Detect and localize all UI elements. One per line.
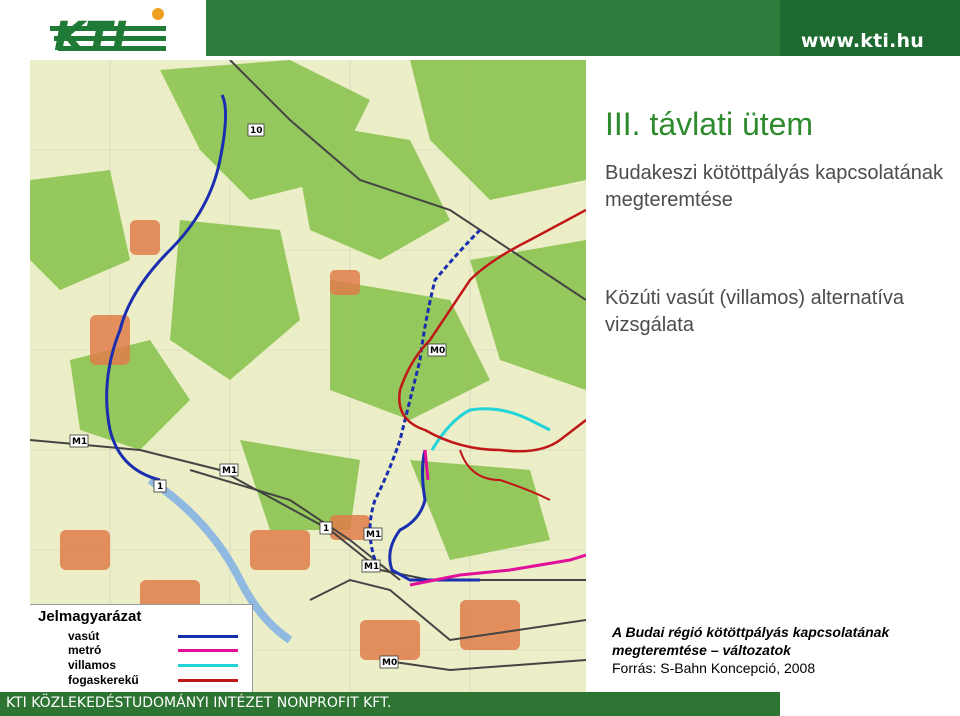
footer-text: KTI KÖZLEKEDÉSTUDOMÁNYI INTÉZET NONPROFI…	[6, 695, 392, 711]
road-label: M0	[430, 346, 445, 356]
legend-label-railway: vasút	[68, 629, 100, 643]
legend-title: Jelmagyarázat	[38, 608, 142, 625]
map-legend: Jelmagyarázat vasút metró villamos fogas…	[30, 604, 253, 693]
legend-label-tram: villamos	[68, 658, 117, 672]
slide-title: III. távlati ütem	[605, 106, 814, 142]
road-label: M1	[364, 562, 379, 572]
header-bar: KTI www.kti.hu	[0, 0, 960, 60]
caption-line-2: megteremtése – változatok	[612, 642, 791, 658]
legend-label-cogwheel: fogaskerekű	[68, 673, 139, 687]
legend-swatch-railway	[178, 635, 238, 638]
road-label: 10	[250, 126, 263, 136]
road-label: M0	[382, 658, 397, 668]
road-label: M1	[72, 437, 87, 447]
kti-logo: KTI	[4, 0, 206, 60]
legend-label-metro: metró	[68, 643, 102, 657]
legend-swatch-tram	[178, 664, 238, 667]
header-band	[206, 0, 780, 56]
road-label: M1	[366, 530, 381, 540]
svg-text:KTI: KTI	[54, 14, 127, 56]
road-label: 1	[323, 524, 329, 534]
legend-swatch-metro	[178, 649, 238, 652]
map-canvas: 10 M0 M1 M1 1 1 M1 M1 M0	[30, 60, 586, 696]
caption-source: Forrás: S-Bahn Koncepció, 2008	[612, 660, 816, 676]
website-url[interactable]: www.kti.hu	[801, 30, 924, 52]
slide-subtitle-2: Közúti vasút (villamos) alternatíva vizs…	[605, 287, 905, 336]
legend-swatch-cogwheel	[178, 679, 238, 682]
road-label: M1	[222, 466, 237, 476]
footer-bar: KTI KÖZLEKEDÉSTUDOMÁNYI INTÉZET NONPROFI…	[0, 692, 960, 716]
footer-corner	[780, 692, 960, 716]
caption-line-1: A Budai régió kötöttpályás kapcsolatának	[612, 624, 890, 640]
route-map: 10 M0 M1 M1 1 1 M1 M1 M0	[30, 60, 586, 696]
map-caption: A Budai régió kötöttpályás kapcsolatának…	[612, 623, 960, 677]
slide-subtitle-1: Budakeszi kötöttpályás kapcsolatának meg…	[605, 162, 943, 211]
website-url-box: www.kti.hu	[780, 0, 960, 56]
road-label: 1	[157, 482, 163, 492]
